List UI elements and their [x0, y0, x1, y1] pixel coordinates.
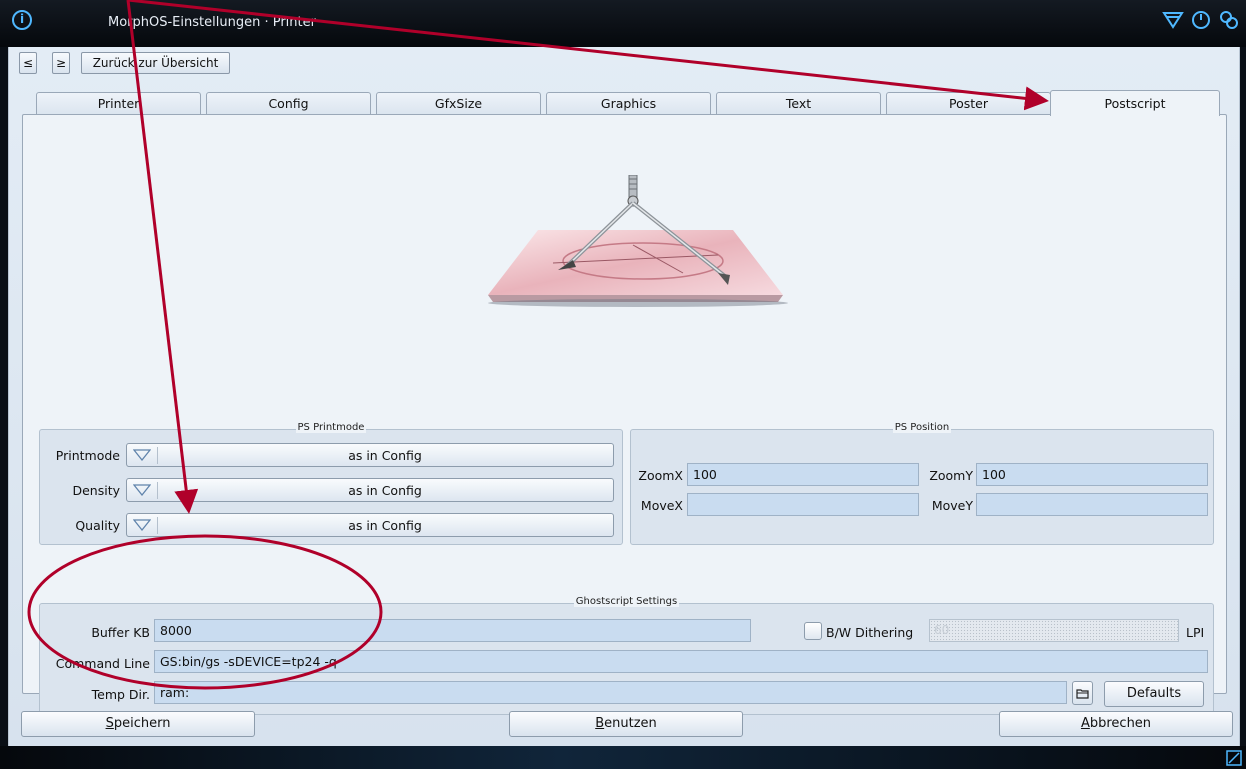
zoomy-label: ZoomY — [929, 468, 973, 483]
buffer-kb-label: Buffer KB — [91, 625, 150, 640]
zoomx-label: ZoomX — [638, 468, 683, 483]
use-button[interactable]: Benutzen — [509, 711, 743, 737]
bw-dithering-label: B/W Dithering — [826, 625, 914, 640]
density-label: Density — [72, 483, 120, 498]
quality-value: as in Config — [348, 518, 422, 533]
tab-postscript[interactable]: Postscript — [1050, 90, 1220, 116]
use-label: Benutzen — [595, 716, 657, 731]
printmode-label: Printmode — [55, 448, 120, 463]
ghostscript-title: Ghostscript Settings — [573, 596, 680, 607]
lpi-slider[interactable]: 60 — [929, 619, 1179, 642]
ps-position-title: PS Position — [892, 422, 952, 433]
command-line-input[interactable]: GS:bin/gs -sDEVICE=tp24 -q — [154, 650, 1208, 673]
ps-printmode-title: PS Printmode — [295, 422, 367, 433]
plotter-illustration — [488, 175, 788, 307]
buffer-kb-input[interactable]: 8000 — [154, 619, 751, 642]
printmode-value: as in Config — [348, 448, 422, 463]
info-icon[interactable]: i — [12, 10, 32, 30]
window-title: MorphOS-Einstellungen · Printer — [108, 15, 316, 30]
resize-grip-icon[interactable] — [1226, 750, 1242, 766]
defaults-button[interactable]: Defaults — [1104, 681, 1204, 707]
prefs-window: ≤ ≥ Zurück zur Übersicht Printer Config … — [8, 47, 1240, 746]
tab-poster[interactable]: Poster — [886, 92, 1051, 114]
tab-config[interactable]: Config — [206, 92, 371, 114]
save-label: Speichern — [105, 716, 171, 731]
ghostscript-group: Ghostscript Settings Buffer KB 8000 B/W … — [39, 596, 1214, 715]
ps-position-group: PS Position ZoomX 100 ZoomY 100 MoveX Mo… — [630, 422, 1214, 545]
tab-panel-postscript: PS Printmode Printmode as in Config Dens… — [22, 114, 1227, 715]
folder-icon — [1076, 689, 1089, 699]
quality-label: Quality — [75, 518, 120, 533]
window-iconify-icon[interactable] — [1190, 9, 1212, 31]
temp-dir-input[interactable]: ram: — [154, 681, 1067, 704]
density-cycle[interactable]: as in Config — [126, 478, 614, 502]
cancel-label: Abbrechen — [1080, 716, 1152, 731]
bw-dithering-checkbox[interactable] — [804, 622, 822, 640]
movey-input[interactable] — [976, 493, 1208, 516]
tab-text[interactable]: Text — [716, 92, 881, 114]
temp-dir-label: Temp Dir. — [91, 687, 150, 702]
lpi-label: LPI — [1186, 625, 1205, 640]
window-depth-icon[interactable] — [1162, 9, 1184, 31]
window-close-icon[interactable] — [1218, 9, 1240, 31]
screen-bottom-bar — [0, 746, 1246, 769]
cycle-arrow-icon — [133, 449, 151, 461]
zoomy-input[interactable]: 100 — [976, 463, 1208, 486]
prev-page-button[interactable]: ≤ — [19, 52, 37, 74]
command-line-label: Command Line — [55, 656, 150, 671]
tab-graphics[interactable]: Graphics — [546, 92, 711, 114]
back-to-overview-button[interactable]: Zurück zur Übersicht — [81, 52, 230, 74]
ps-printmode-group: PS Printmode Printmode as in Config Dens… — [39, 422, 623, 545]
title-bar[interactable]: i MorphOS-Einstellungen · Printer — [0, 0, 1246, 47]
tab-gfxsize[interactable]: GfxSize — [376, 92, 541, 114]
cancel-button[interactable]: Abbrechen — [999, 711, 1233, 737]
movex-label: MoveX — [640, 498, 683, 513]
cycle-arrow-icon — [133, 519, 151, 531]
zoomx-input[interactable]: 100 — [687, 463, 919, 486]
printmode-cycle[interactable]: as in Config — [126, 443, 614, 467]
movex-input[interactable] — [687, 493, 919, 516]
save-button[interactable]: Speichern — [21, 711, 255, 737]
tab-printer[interactable]: Printer — [36, 92, 201, 114]
quality-cycle[interactable]: as in Config — [126, 513, 614, 537]
density-value: as in Config — [348, 483, 422, 498]
next-page-button[interactable]: ≥ — [52, 52, 70, 74]
movey-label: MoveY — [931, 498, 973, 513]
browse-folder-button[interactable] — [1072, 681, 1093, 705]
cycle-arrow-icon — [133, 484, 151, 496]
